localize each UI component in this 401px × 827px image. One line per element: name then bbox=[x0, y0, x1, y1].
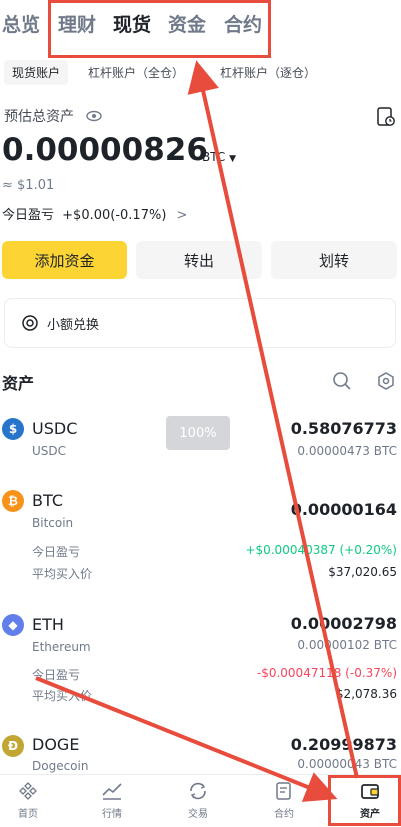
tab-futures[interactable]: 合约 bbox=[224, 10, 262, 37]
asset-row-btc[interactable]: ₿ BTC Bitcoin 0.00000164 今日盈亏 +$0.000403… bbox=[0, 488, 401, 588]
history-icon[interactable] bbox=[376, 106, 396, 128]
chevron-right-icon: > bbox=[176, 208, 188, 223]
balance-approx: ≈ $1.01 bbox=[2, 178, 55, 193]
home-diamond-icon bbox=[19, 782, 37, 800]
asset-name: Ethereum bbox=[32, 640, 91, 654]
convert-icon bbox=[22, 315, 38, 331]
asset-pnl-label: 今日盈亏 bbox=[32, 545, 81, 559]
nav-label: 首页 bbox=[18, 809, 38, 820]
caret-down-icon: ▼ bbox=[229, 154, 236, 164]
asset-name: Dogecoin bbox=[32, 759, 89, 773]
nav-label: 交易 bbox=[188, 809, 208, 820]
asset-amount: 0.20999873 bbox=[290, 735, 397, 754]
transfer-button[interactable]: 划转 bbox=[271, 241, 397, 279]
asset-symbol: DOGE bbox=[32, 735, 80, 754]
nav-futures[interactable]: 合约 bbox=[254, 781, 314, 820]
asset-avg-price-value: $37,020.65 bbox=[328, 565, 397, 579]
trade-icon bbox=[190, 782, 206, 800]
asset-amount: 0.00000164 bbox=[290, 500, 397, 519]
nav-home[interactable]: 首页 bbox=[0, 781, 58, 820]
deposit-button[interactable]: 添加资金 bbox=[2, 241, 127, 279]
balance-label: 预估总资产 bbox=[4, 109, 74, 125]
transfer-out-button[interactable]: 转出 bbox=[136, 241, 262, 279]
nav-trade[interactable]: 交易 bbox=[168, 781, 228, 820]
tab-spot[interactable]: 现货 bbox=[113, 10, 151, 37]
asset-row-usdc[interactable]: $ USDC USDC 100% 0.58076773 0.00000473 B… bbox=[0, 416, 401, 476]
daily-pnl-value: +$0.00(-0.17%) bbox=[62, 208, 167, 223]
settings-hex-icon[interactable] bbox=[376, 371, 396, 391]
asset-avg-price-value: $2,078.36 bbox=[335, 687, 397, 701]
asset-avg-price-label: 平均买入价 bbox=[32, 689, 93, 703]
nav-assets[interactable]: 资产 bbox=[340, 781, 400, 820]
bottom-nav: 首页 行情 交易 合约 资产 bbox=[0, 774, 401, 827]
balance-unit-selector[interactable]: BTC ▼ bbox=[202, 150, 236, 164]
balance-unit: BTC bbox=[202, 150, 226, 164]
tab-overview[interactable]: 总览 bbox=[2, 10, 40, 37]
subtab-spot-account[interactable]: 现货账户 bbox=[4, 60, 69, 85]
nav-label: 资产 bbox=[360, 809, 380, 820]
top-tab-bar: 总览 理财 现货 资金 合约 bbox=[0, 0, 401, 50]
search-icon[interactable] bbox=[332, 371, 352, 391]
asset-pnl-value: +$0.00040387 (+0.20%) bbox=[245, 543, 397, 557]
asset-btc-value: 0.00000102 BTC bbox=[297, 638, 397, 652]
document-icon bbox=[276, 782, 291, 800]
daily-pnl-label: 今日盈亏 bbox=[2, 208, 55, 223]
nav-label: 合约 bbox=[274, 809, 294, 820]
asset-name: USDC bbox=[32, 444, 67, 458]
asset-btc-value: 0.00000473 BTC bbox=[297, 444, 397, 458]
doge-coin-icon: Ð bbox=[2, 735, 24, 757]
nav-markets[interactable]: 行情 bbox=[82, 781, 142, 820]
asset-pnl-label: 今日盈亏 bbox=[32, 668, 81, 682]
asset-amount: 0.58076773 bbox=[290, 419, 397, 438]
tab-funding[interactable]: 资金 bbox=[168, 10, 206, 37]
chart-line-icon bbox=[102, 783, 122, 800]
usdc-coin-icon: $ bbox=[2, 418, 24, 440]
btc-coin-icon: ₿ bbox=[2, 490, 24, 512]
percent-badge: 100% bbox=[166, 416, 230, 450]
small-exchange-label: 小额兑换 bbox=[47, 318, 100, 333]
subtab-cross-margin[interactable]: 杠杆账户（全仓） bbox=[88, 64, 184, 81]
small-exchange-card[interactable]: 小额兑换 bbox=[4, 298, 396, 348]
asset-btc-value: 0.00000043 BTC bbox=[297, 757, 397, 771]
asset-row-doge[interactable]: Ð DOGE Dogecoin 0.20999873 0.00000043 BT… bbox=[0, 733, 401, 773]
assets-title: 资产 bbox=[2, 374, 35, 393]
daily-pnl-row[interactable]: 今日盈亏 +$0.00(-0.17%) > bbox=[2, 204, 187, 223]
nav-label: 行情 bbox=[102, 809, 122, 820]
asset-avg-price-label: 平均买入价 bbox=[32, 567, 93, 581]
asset-symbol: ETH bbox=[32, 615, 64, 634]
asset-amount: 0.00002798 bbox=[290, 614, 397, 633]
asset-name: Bitcoin bbox=[32, 516, 74, 530]
account-tab-bar: 现货账户 杠杆账户（全仓） 杠杆账户（逐仓） bbox=[0, 58, 401, 90]
asset-pnl-value: -$0.00047118 (-0.37%) bbox=[256, 666, 397, 680]
eth-coin-icon: ◆ bbox=[2, 614, 24, 636]
asset-symbol: USDC bbox=[32, 419, 78, 438]
wallet-icon bbox=[361, 784, 379, 799]
balance-value: 0.00000826 bbox=[2, 132, 208, 168]
asset-symbol: BTC bbox=[32, 491, 63, 510]
eye-icon[interactable] bbox=[86, 110, 102, 122]
subtab-isolated-margin[interactable]: 杠杆账户（逐仓） bbox=[220, 64, 316, 81]
asset-row-eth[interactable]: ◆ ETH Ethereum 0.00002798 0.00000102 BTC… bbox=[0, 612, 401, 712]
tab-earn[interactable]: 理财 bbox=[58, 10, 96, 37]
